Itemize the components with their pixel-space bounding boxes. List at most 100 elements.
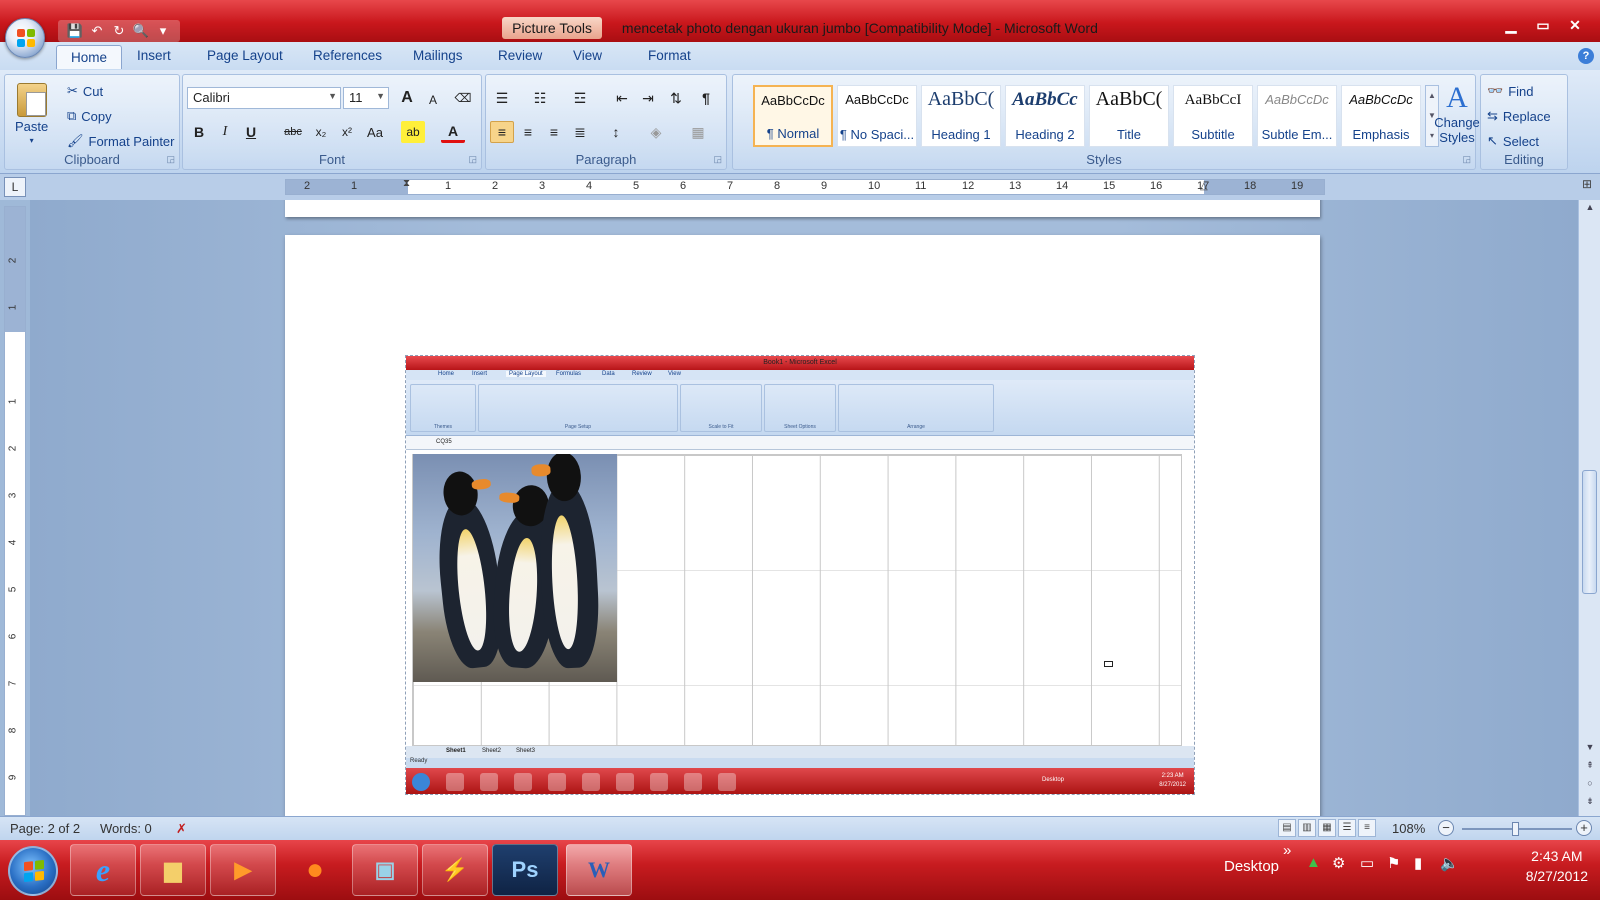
italic-button[interactable]: I — [213, 121, 237, 143]
multilevel-list-icon[interactable]: ☲ — [568, 87, 592, 109]
underline-button[interactable]: U — [239, 121, 263, 143]
maximize-button[interactable]: ▭ — [1528, 14, 1558, 36]
outline-icon[interactable]: ☰ — [1338, 819, 1356, 837]
inserted-excel-screenshot-image[interactable]: Book1 - Microsoft Excel Home Insert Page… — [405, 355, 1195, 795]
style-no-spacing[interactable]: AaBbCcDc ¶ No Spaci... — [837, 85, 917, 147]
firefox-icon[interactable]: ● — [282, 844, 348, 896]
style-subtle-emphasis[interactable]: AaBbCcDc Subtle Em... — [1257, 85, 1337, 147]
zoom-out-icon[interactable]: − — [1438, 820, 1454, 836]
align-center-icon[interactable]: ≡ — [516, 121, 540, 143]
print-layout-icon[interactable]: ▤ — [1278, 819, 1296, 837]
shading-icon[interactable]: ◈ — [644, 121, 668, 143]
subscript-button[interactable]: x₂ — [309, 121, 333, 143]
help-icon[interactable]: ? — [1578, 48, 1594, 64]
zoom-slider-knob[interactable] — [1512, 822, 1519, 836]
font-color-button[interactable]: A — [441, 121, 465, 143]
word-icon[interactable]: W — [566, 844, 632, 896]
sort-icon[interactable]: ⇅ — [664, 87, 688, 109]
office-button[interactable] — [5, 18, 45, 58]
indent-marker-icon[interactable]: ⧗ — [403, 178, 410, 189]
paste-button[interactable]: Paste ▾ — [15, 83, 48, 145]
find-button[interactable]: 👓 Find — [1487, 83, 1533, 99]
change-styles-button[interactable]: A Change Styles — [1434, 81, 1480, 145]
print-preview-icon[interactable]: 🔍 — [132, 22, 150, 40]
undo-icon[interactable]: ↶ — [88, 22, 106, 40]
scroll-up-icon[interactable]: ▲ — [1579, 202, 1600, 212]
zoom-level[interactable]: 108% — [1392, 821, 1425, 836]
action-center-icon[interactable]: ⚑ — [1387, 854, 1400, 872]
explorer-icon[interactable]: ▆ — [140, 844, 206, 896]
select-button[interactable]: ↖ Select — [1487, 133, 1539, 149]
vertical-ruler[interactable]: 2 1 1 2 3 4 5 6 7 8 9 — [4, 206, 26, 816]
strikethrough-button[interactable]: abc — [281, 121, 305, 143]
show-marks-button[interactable]: ¶ — [694, 87, 718, 109]
style-heading-1[interactable]: AaBbC(Heading 1 — [921, 85, 1001, 147]
increase-indent-icon[interactable]: ⇥ — [636, 87, 660, 109]
word-count[interactable]: Words: 0 — [100, 821, 152, 836]
page-2[interactable]: Book1 - Microsoft Excel Home Insert Page… — [285, 235, 1320, 816]
style-title[interactable]: AaBbC(Title — [1089, 85, 1169, 147]
draft-icon[interactable]: ≡ — [1358, 819, 1376, 837]
tab-home[interactable]: Home — [56, 45, 123, 69]
settings-tray-icon[interactable]: ⚙ — [1332, 854, 1345, 872]
page-count[interactable]: Page: 2 of 2 — [10, 821, 80, 836]
format-painter-button[interactable]: 🖌 Format Painter — [67, 133, 175, 149]
change-case-button[interactable]: Aa — [363, 121, 387, 143]
cut-button[interactable]: ✂ Cut — [67, 83, 103, 99]
zoom-in-icon[interactable]: + — [1576, 820, 1592, 836]
dialog-launcher-icon[interactable]: ◲ — [713, 154, 722, 165]
ie-icon[interactable]: e — [70, 844, 136, 896]
media-player-icon[interactable]: ▶ — [210, 844, 276, 896]
nvidia-tray-icon[interactable]: ▲ — [1306, 854, 1321, 871]
full-screen-reading-icon[interactable]: ▥ — [1298, 819, 1316, 837]
winrar-icon[interactable]: ⚡ — [422, 844, 488, 896]
web-layout-icon[interactable]: ▦ — [1318, 819, 1336, 837]
shrink-font-button[interactable]: A — [421, 89, 445, 111]
previous-page-icon[interactable]: ⇞ — [1579, 760, 1600, 771]
style-heading-2[interactable]: AaBbCc Heading 2 — [1005, 85, 1085, 147]
clear-formatting-icon[interactable]: ⌫ — [451, 87, 475, 109]
right-indent-icon[interactable]: △ — [1200, 181, 1208, 192]
align-right-icon[interactable]: ≡ — [542, 121, 566, 143]
battery-icon[interactable]: ▮ — [1414, 854, 1422, 872]
redo-icon[interactable]: ↻ — [110, 22, 128, 40]
proofing-icon[interactable]: ✗ — [176, 821, 187, 837]
align-left-icon[interactable]: ≡ — [490, 121, 514, 143]
decrease-indent-icon[interactable]: ⇤ — [610, 87, 634, 109]
tab-view[interactable]: View — [573, 48, 602, 63]
justify-icon[interactable]: ≣ — [568, 121, 592, 143]
select-browse-object-icon[interactable]: ○ — [1579, 778, 1600, 788]
dialog-launcher-icon[interactable]: ◲ — [166, 154, 175, 165]
font-size-combo[interactable]: 11 ▼ — [343, 87, 389, 109]
scroll-down-icon[interactable]: ▼ — [1579, 742, 1600, 752]
highlight-button[interactable]: ab — [401, 121, 425, 143]
numbering-icon[interactable]: ☷ — [528, 87, 552, 109]
style-emphasis[interactable]: AaBbCcDc Emphasis — [1341, 85, 1421, 147]
save-icon[interactable]: 💾 — [66, 22, 84, 40]
tab-mailings[interactable]: Mailings — [413, 48, 463, 63]
vertical-scrollbar[interactable]: ▲ ▼ ⇞ ○ ⇟ — [1578, 200, 1600, 816]
tab-format[interactable]: Format — [648, 48, 691, 63]
tab-selector[interactable]: L — [4, 177, 26, 197]
network-icon[interactable]: ▣ — [352, 844, 418, 896]
view-ruler-icon[interactable]: ⊞ — [1578, 177, 1596, 197]
tab-insert[interactable]: Insert — [137, 48, 171, 63]
font-name-combo[interactable]: Calibri ▼ — [187, 87, 341, 109]
bullets-icon[interactable]: ☰ — [490, 87, 514, 109]
minimize-button[interactable]: ▁ — [1496, 14, 1526, 36]
volume-icon[interactable]: 🔈 — [1440, 854, 1459, 872]
customize-icon[interactable]: ▾ — [154, 22, 172, 40]
next-page-icon[interactable]: ⇟ — [1579, 796, 1600, 807]
superscript-button[interactable]: x² — [335, 121, 359, 143]
style-subtitle[interactable]: AaBbCcI Subtitle — [1173, 85, 1253, 147]
scroll-thumb[interactable] — [1582, 470, 1597, 594]
network-tray-icon[interactable]: ▭ — [1360, 854, 1374, 872]
tab-review[interactable]: Review — [498, 48, 542, 63]
system-clock[interactable]: 2:43 AM 8/27/2012 — [1526, 846, 1588, 886]
copy-button[interactable]: ⧉ Copy — [67, 108, 112, 124]
photoshop-icon[interactable]: Ps — [492, 844, 558, 896]
desktop-toolbar-label[interactable]: Desktop — [1224, 858, 1279, 875]
line-spacing-icon[interactable]: ↕ — [604, 121, 628, 143]
toolbar-chevron-icon[interactable]: » — [1283, 842, 1291, 859]
tab-references[interactable]: References — [313, 48, 382, 63]
